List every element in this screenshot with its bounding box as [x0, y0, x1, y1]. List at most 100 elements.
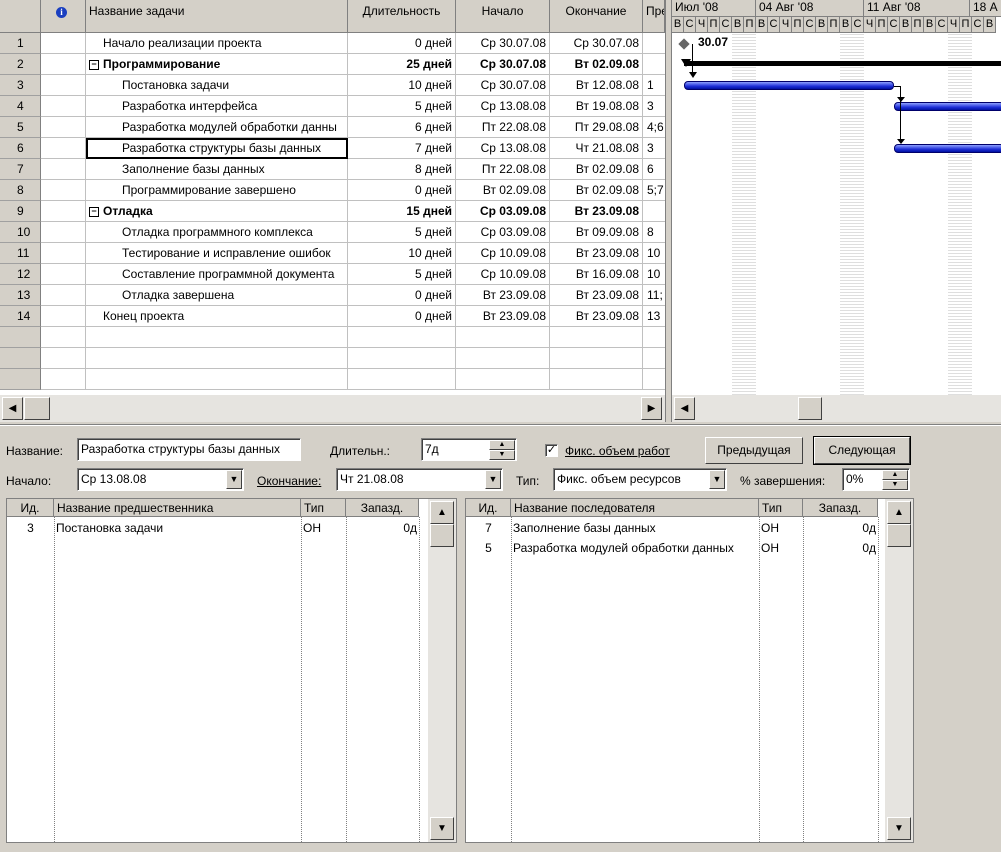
finish-cell[interactable]: Вт 02.09.08	[550, 180, 643, 201]
task-name-cell[interactable]: Заполнение базы данных	[86, 159, 348, 180]
row-type[interactable]: ОН	[303, 519, 348, 539]
gantt-scroll-left-button[interactable]: ◀	[674, 397, 695, 420]
duration-cell[interactable]: 7 дней	[348, 138, 456, 159]
pane-splitter[interactable]	[665, 0, 672, 422]
task-name-cell[interactable]	[86, 369, 348, 390]
info-cell[interactable]	[41, 243, 86, 264]
info-cell[interactable]	[41, 138, 86, 159]
finish-cell[interactable]: Вт 19.08.08	[550, 96, 643, 117]
duration-cell[interactable]: 0 дней	[348, 306, 456, 327]
task-type-select[interactable]: Фикс. объем ресурсов ▼	[553, 468, 727, 491]
row-header[interactable]	[0, 369, 41, 390]
info-cell[interactable]	[41, 33, 86, 54]
info-cell[interactable]	[41, 348, 86, 369]
percent-spin-up-icon[interactable]: ▲	[882, 470, 908, 480]
row-header[interactable]: 7	[0, 159, 41, 180]
info-cell[interactable]	[41, 117, 86, 138]
duration-field[interactable]: 7д ▲ ▼	[421, 438, 517, 461]
collapse-icon[interactable]: −	[89, 207, 99, 217]
task-name-cell[interactable]: Отладка завершена	[86, 285, 348, 306]
column-header-start[interactable]: Начало	[456, 0, 550, 33]
row-task-name[interactable]: Заполнение базы данных	[513, 519, 761, 539]
row-header[interactable]: 5	[0, 117, 41, 138]
row-header[interactable]: 13	[0, 285, 41, 306]
row-lag[interactable]: 0д	[803, 519, 876, 539]
duration-cell[interactable]: 10 дней	[348, 243, 456, 264]
row-header[interactable]: 9	[0, 201, 41, 222]
collapse-icon[interactable]: −	[89, 60, 99, 70]
task-name-cell[interactable]: Постановка задачи	[86, 75, 348, 96]
row-header[interactable]: 3	[0, 75, 41, 96]
finish-date-field[interactable]: Чт 21.08.08 ▼	[336, 468, 503, 491]
table-hscrollbar[interactable]: ◀ ▶	[0, 395, 665, 422]
percent-complete-field[interactable]: 0% ▲ ▼	[842, 468, 910, 491]
start-cell[interactable]: Ср 10.09.08	[456, 264, 550, 285]
task-name-cell[interactable]: Разработка интерфейса	[86, 96, 348, 117]
task-name-cell[interactable]: Программирование завершено	[86, 180, 348, 201]
fixed-work-checkbox[interactable]: ✓	[545, 444, 558, 457]
scroll-thumb[interactable]	[24, 397, 50, 420]
start-cell[interactable]: Ср 03.09.08	[456, 201, 550, 222]
task-bar[interactable]	[894, 102, 1001, 111]
duration-cell[interactable]: 0 дней	[348, 285, 456, 306]
predecessors-cell[interactable]	[643, 327, 665, 348]
row-header[interactable]: 10	[0, 222, 41, 243]
start-date-field[interactable]: Ср 13.08.08 ▼	[77, 468, 244, 491]
row-id[interactable]: 3	[7, 519, 54, 539]
spin-down-icon[interactable]: ▼	[489, 450, 515, 460]
start-cell[interactable]: Ср 30.07.08	[456, 33, 550, 54]
gantt-hscrollbar[interactable]: ◀	[672, 395, 1001, 422]
next-button[interactable]: Следующая	[813, 436, 911, 465]
finish-cell[interactable]: Пт 29.08.08	[550, 117, 643, 138]
row-lag[interactable]: 0д	[803, 539, 876, 559]
row-header[interactable]	[0, 348, 41, 369]
predecessors-cell[interactable]: 3	[643, 138, 665, 159]
duration-cell[interactable]: 10 дней	[348, 75, 456, 96]
row-header[interactable]: 12	[0, 264, 41, 285]
start-cell[interactable]: Вт 23.09.08	[456, 285, 550, 306]
duration-cell[interactable]: 6 дней	[348, 117, 456, 138]
start-cell[interactable]	[456, 369, 550, 390]
finish-cell[interactable]: Вт 23.09.08	[550, 306, 643, 327]
predecessors-cell[interactable]	[643, 201, 665, 222]
spin-up-icon[interactable]: ▲	[489, 440, 515, 450]
row-header[interactable]: 8	[0, 180, 41, 201]
finish-cell[interactable]: Вт 09.09.08	[550, 222, 643, 243]
start-cell[interactable]: Ср 10.09.08	[456, 243, 550, 264]
task-bar[interactable]	[894, 144, 1001, 153]
gantt-scroll-thumb[interactable]	[798, 397, 822, 420]
task-name-cell[interactable]: Разработка модулей обработки данны	[86, 117, 348, 138]
column-header-duration[interactable]: Длительность	[348, 0, 456, 33]
start-cell[interactable]: Вт 23.09.08	[456, 306, 550, 327]
finish-cell[interactable]: Ср 30.07.08	[550, 33, 643, 54]
succ-scroll-thumb[interactable]	[887, 524, 911, 547]
predecessors-cell[interactable]: 11;	[643, 285, 665, 306]
summary-bar[interactable]	[684, 61, 1001, 66]
duration-cell[interactable]	[348, 327, 456, 348]
start-cell[interactable]: Ср 13.08.08	[456, 96, 550, 117]
row-header[interactable]: 11	[0, 243, 41, 264]
start-cell[interactable]	[456, 348, 550, 369]
finish-cell[interactable]	[550, 327, 643, 348]
duration-cell[interactable]: 5 дней	[348, 222, 456, 243]
finish-cell[interactable]: Вт 12.08.08	[550, 75, 643, 96]
task-name-cell[interactable]: Отладка программного комплекса	[86, 222, 348, 243]
task-name-cell[interactable]: Конец проекта	[86, 306, 348, 327]
info-cell[interactable]	[41, 285, 86, 306]
info-cell[interactable]	[41, 369, 86, 390]
start-cell[interactable]: Пт 22.08.08	[456, 117, 550, 138]
info-cell[interactable]	[41, 306, 86, 327]
finish-cell[interactable]: Вт 23.09.08	[550, 201, 643, 222]
info-cell[interactable]	[41, 96, 86, 117]
row-header[interactable]: 14	[0, 306, 41, 327]
row-type[interactable]: ОН	[761, 519, 805, 539]
info-column-header[interactable]: i	[41, 0, 86, 33]
task-name-cell[interactable]: Составление программной документа	[86, 264, 348, 285]
fixed-work-label[interactable]: Фикс. объем работ	[565, 444, 670, 458]
predecessors-cell[interactable]	[643, 54, 665, 75]
row-header[interactable]: 4	[0, 96, 41, 117]
task-name-cell[interactable]	[86, 327, 348, 348]
task-name-field[interactable]: Разработка структуры базы данных	[77, 438, 301, 461]
info-cell[interactable]	[41, 75, 86, 96]
finish-cell[interactable]	[550, 369, 643, 390]
